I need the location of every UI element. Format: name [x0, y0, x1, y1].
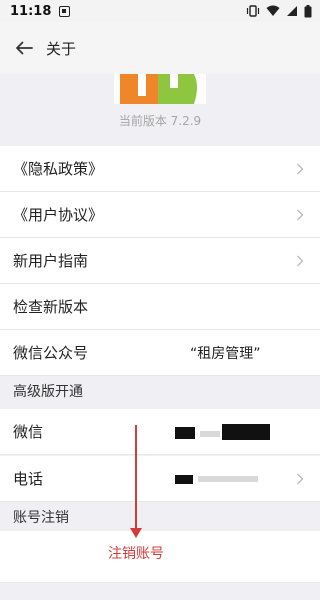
signal-icon	[286, 5, 298, 17]
premium-phone-item[interactable]: 电话	[0, 456, 320, 502]
chevron-right-icon	[297, 209, 304, 220]
redacted-block	[175, 475, 193, 484]
new-user-guide-item[interactable]: 新用户指南	[0, 238, 320, 284]
premium-wechat-label: 微信	[13, 423, 44, 441]
user-agreement-label: 《用户协议》	[13, 206, 104, 224]
status-time: 11:18	[10, 3, 52, 19]
annotation-label: 注销账号	[108, 546, 164, 562]
account-section-header: 账号注销	[0, 503, 320, 531]
chevron-right-icon	[297, 163, 304, 174]
annotation-arrow-head	[130, 528, 142, 538]
check-update-label: 检查新版本	[13, 298, 89, 316]
check-update-item[interactable]: 检查新版本	[0, 284, 320, 330]
wechat-account-label: 微信公众号	[13, 344, 89, 362]
redacted-block	[200, 431, 220, 437]
privacy-policy-label: 《隐私政策》	[13, 160, 104, 178]
page-title: 关于	[46, 39, 77, 58]
wifi-icon	[266, 5, 280, 17]
app-logo	[114, 74, 206, 104]
wechat-account-value: “租房管理”	[190, 345, 261, 362]
premium-phone-label: 电话	[13, 470, 44, 488]
premium-section-header: 高级版开通	[0, 377, 320, 405]
bottom-area	[0, 583, 320, 600]
vibrate-icon	[246, 5, 260, 17]
redacted-block	[222, 424, 270, 440]
chevron-right-icon	[297, 255, 304, 266]
new-user-guide-label: 新用户指南	[13, 252, 89, 270]
chevron-right-icon	[297, 473, 304, 484]
title-bar: 关于	[0, 22, 320, 74]
version-text: 当前版本 7.2.9	[118, 114, 202, 128]
privacy-policy-item[interactable]: 《隐私政策》	[0, 146, 320, 192]
status-bar: 11:18	[0, 0, 320, 22]
wechat-account-item[interactable]: 微信公众号 “租房管理”	[0, 330, 320, 376]
user-agreement-item[interactable]: 《用户协议》	[0, 192, 320, 238]
notification-icon	[59, 5, 71, 17]
back-arrow-icon[interactable]	[4, 22, 44, 74]
redacted-block	[175, 427, 195, 439]
about-header: 当前版本 7.2.9	[0, 74, 320, 146]
annotation-arrow-line	[135, 425, 137, 533]
premium-wechat-item[interactable]: 微信	[0, 409, 320, 455]
redacted-block	[198, 476, 258, 482]
battery-icon	[304, 4, 312, 18]
